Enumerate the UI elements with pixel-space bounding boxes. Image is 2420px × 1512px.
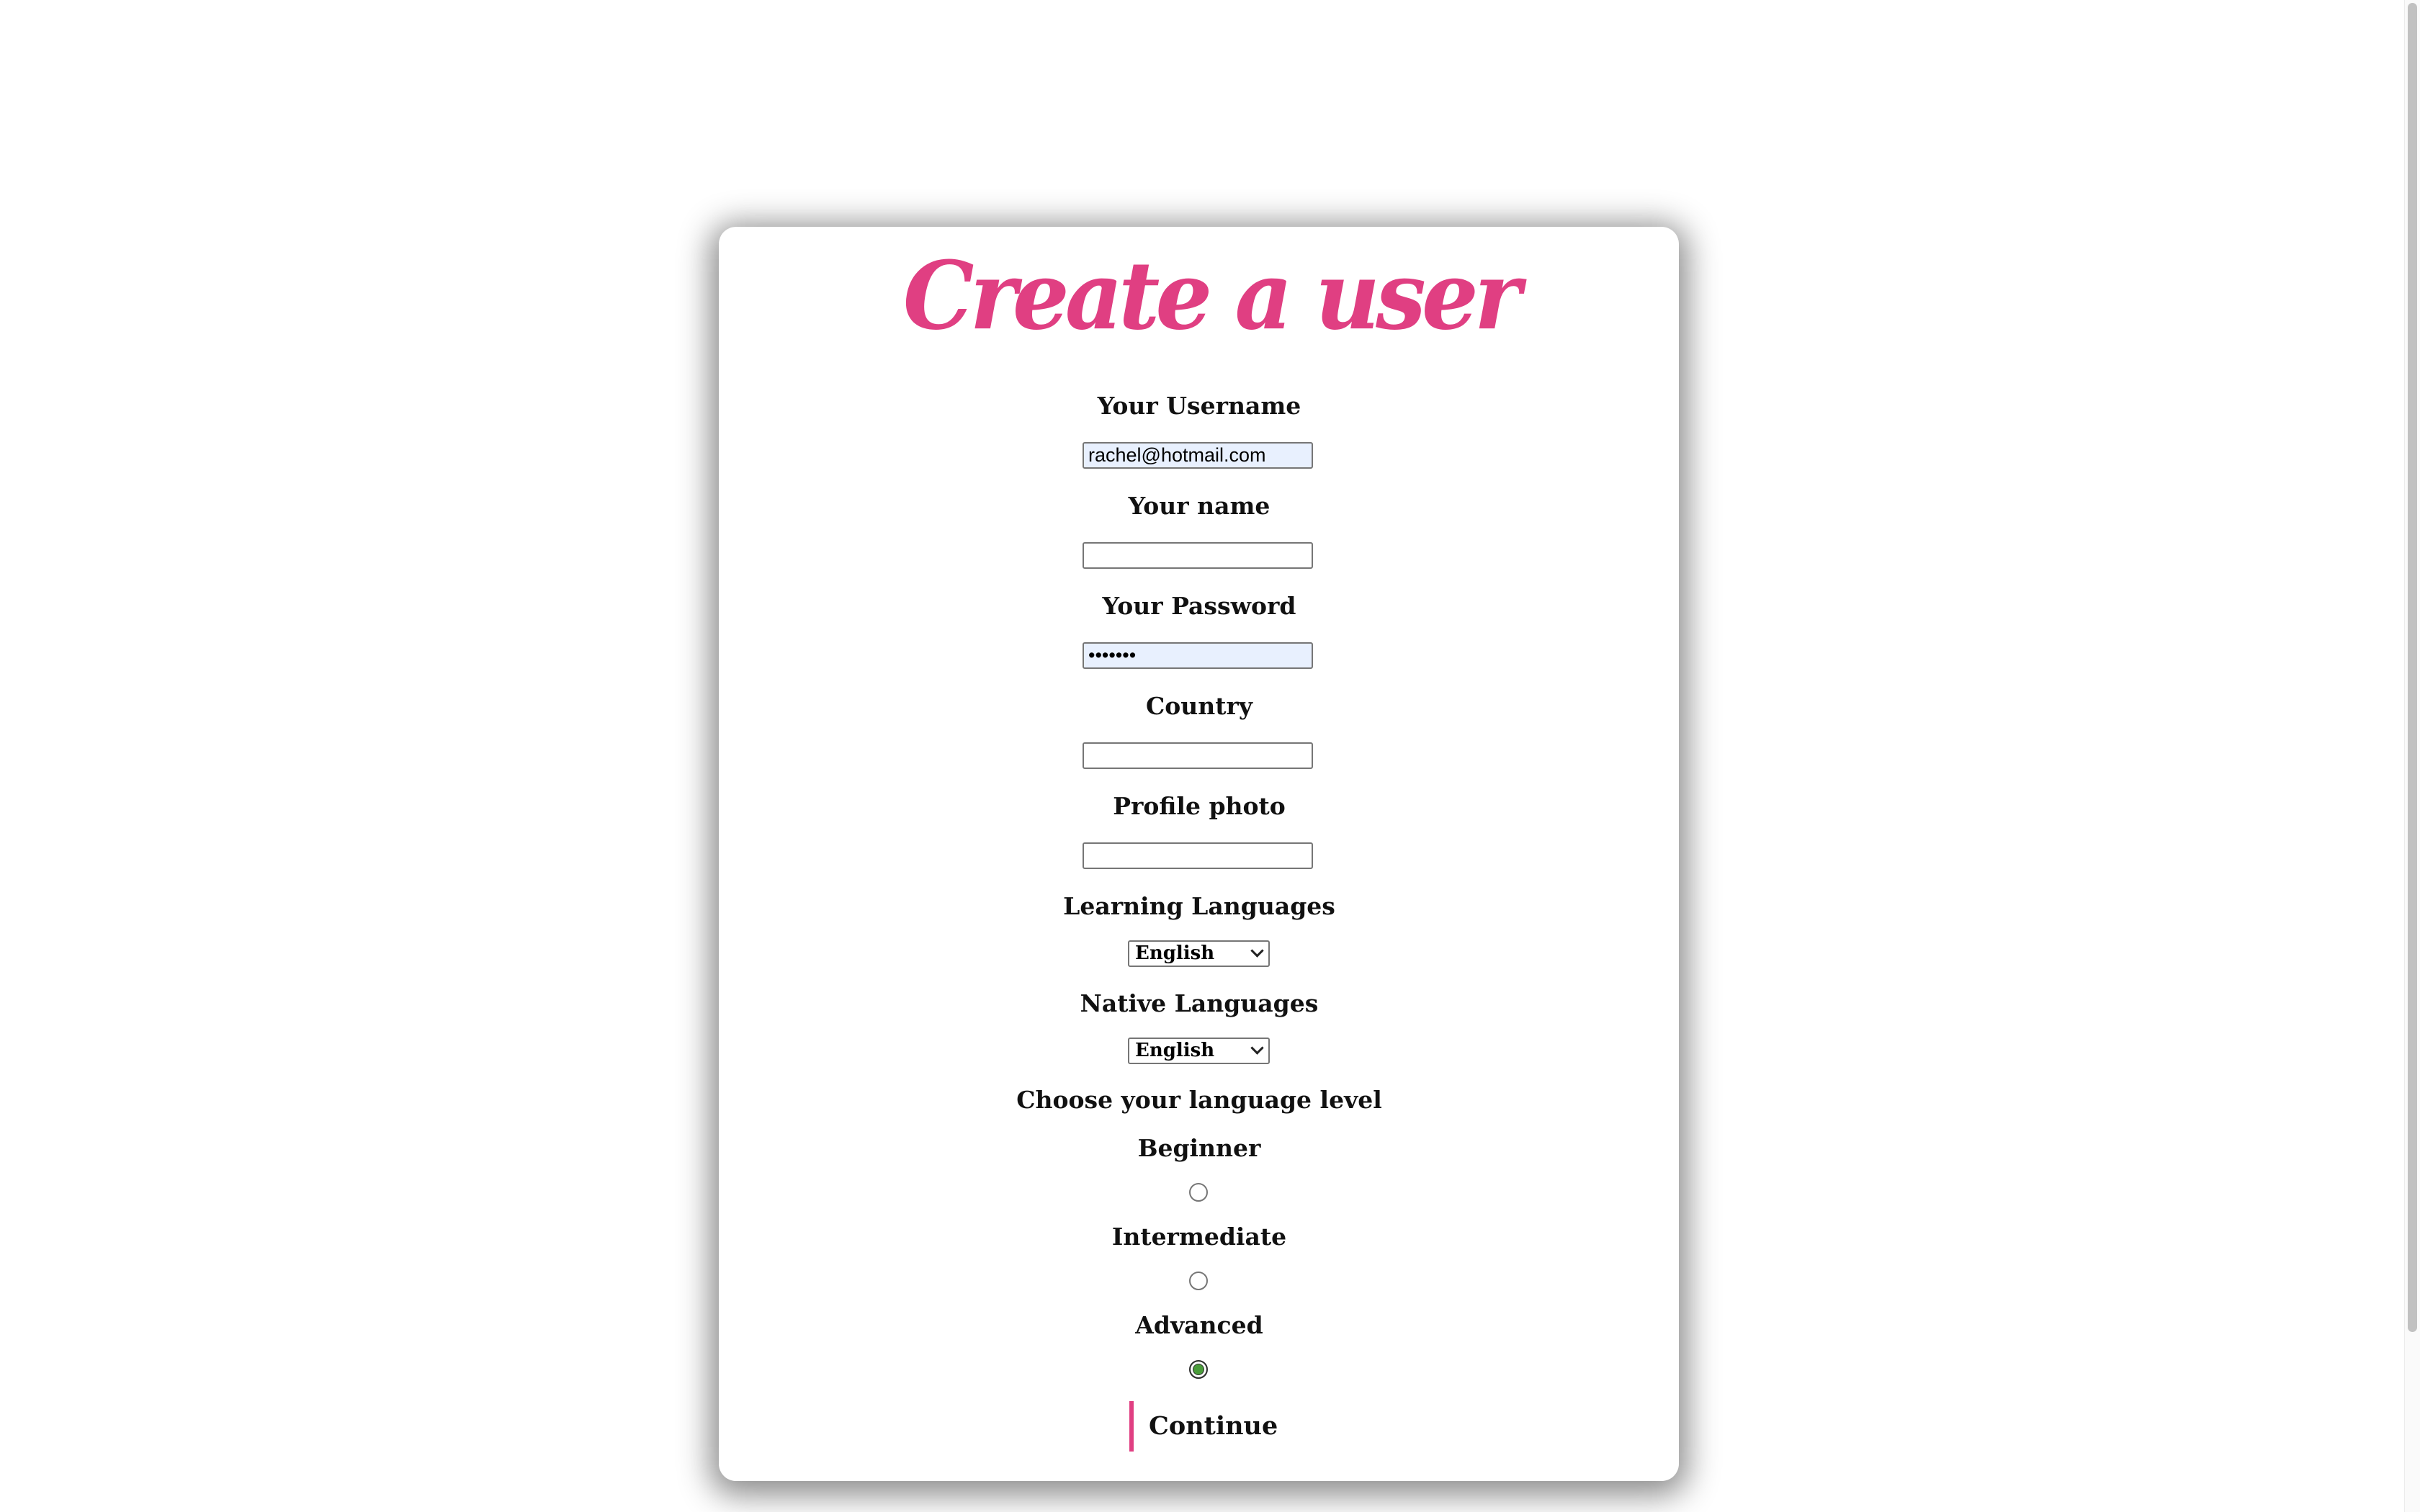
password-input[interactable]: •••••••: [1083, 642, 1313, 669]
country-input[interactable]: [1083, 742, 1313, 769]
learning-languages-value: English: [1135, 942, 1215, 964]
password-label: Your Password: [1102, 592, 1296, 620]
name-input[interactable]: [1083, 542, 1313, 569]
native-languages-value: English: [1135, 1040, 1215, 1061]
country-label: Country: [1145, 692, 1253, 720]
radio-beginner[interactable]: [1189, 1183, 1208, 1202]
native-languages-label: Native Languages: [1080, 989, 1319, 1017]
page-title: Create a user: [902, 241, 1521, 351]
continue-button[interactable]: Continue: [1129, 1401, 1278, 1452]
level-label-advanced: Advanced: [1135, 1311, 1263, 1339]
chevron-down-icon: [1250, 944, 1264, 958]
username-label: Your Username: [1097, 392, 1301, 420]
native-languages-select[interactable]: English: [1128, 1038, 1270, 1064]
page-scrollbar[interactable]: [2404, 0, 2420, 1512]
radio-intermediate[interactable]: [1189, 1272, 1208, 1290]
level-label-intermediate: Intermediate: [1111, 1223, 1287, 1251]
learning-languages-select[interactable]: English: [1128, 940, 1270, 967]
radio-advanced[interactable]: [1189, 1360, 1208, 1379]
profile-photo-label: Profile photo: [1113, 792, 1286, 820]
profile-photo-input[interactable]: [1083, 842, 1313, 869]
level-label-beginner: Beginner: [1137, 1134, 1261, 1162]
chevron-down-icon: [1250, 1041, 1264, 1055]
name-label: Your name: [1128, 492, 1270, 520]
username-input[interactable]: rachel@hotmail.com: [1083, 442, 1313, 469]
scrollbar-thumb[interactable]: [2408, 3, 2417, 1332]
language-level-heading: Choose your language level: [1016, 1086, 1382, 1114]
learning-languages-label: Learning Languages: [1063, 892, 1335, 920]
